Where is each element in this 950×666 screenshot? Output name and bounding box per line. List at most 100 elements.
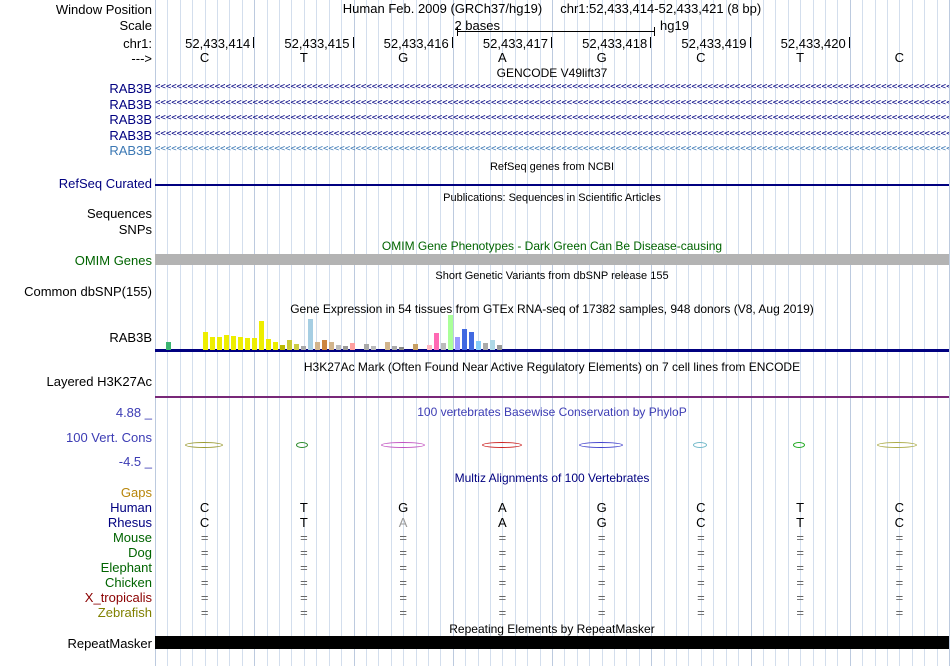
genome-browser-tracks-image[interactable]: Human Feb. 2009 (GRCh37/hg19) chr1:52,433… [0, 0, 950, 666]
gtex-expression-bar[interactable] [392, 346, 397, 350]
base-letter: C [199, 50, 210, 65]
multiz-base-cell: G [596, 500, 607, 515]
scale-bar [457, 31, 655, 32]
conservation-wiggle-mark[interactable] [579, 442, 623, 448]
gtex-expression-bar[interactable] [476, 341, 481, 350]
gtex-expression-bar[interactable] [336, 345, 341, 350]
multiz-species-label[interactable]: Dog [0, 545, 152, 560]
gtex-expression-bar[interactable] [455, 337, 460, 350]
gencode-transcript-label[interactable]: RAB3B [0, 128, 152, 143]
gtex-expression-bar[interactable] [497, 345, 502, 350]
gtex-expression-bar[interactable] [238, 337, 243, 350]
omim-genes-bar[interactable] [155, 254, 949, 265]
gtex-expression-bar[interactable] [252, 338, 257, 350]
gtex-expression-bar[interactable] [210, 337, 215, 350]
conservation-wiggle-mark[interactable] [296, 442, 308, 448]
multiz-species-label[interactable]: Chicken [0, 575, 152, 590]
conservation-max-label: 4.88 _ [115, 405, 152, 420]
gencode-transcript-arrows[interactable]: <<<<<<<<<<<<<<<<<<<<<<<<<<<<<<<<<<<<<<<<… [155, 111, 949, 126]
gencode-transcript-arrows[interactable]: <<<<<<<<<<<<<<<<<<<<<<<<<<<<<<<<<<<<<<<<… [155, 142, 949, 157]
multiz-species-label[interactable]: Human [0, 500, 152, 515]
gtex-expression-bar[interactable] [364, 344, 369, 350]
gtex-expression-bar[interactable] [322, 340, 327, 350]
gtex-gene-label[interactable]: RAB3B [0, 330, 152, 345]
gtex-expression-bar[interactable] [329, 342, 334, 350]
gtex-expression-bar[interactable] [287, 340, 292, 350]
gtex-expression-bar[interactable] [469, 332, 474, 350]
gtex-expression-bar[interactable] [245, 338, 250, 350]
dbsnp-title: Short Genetic Variants from dbSNP releas… [435, 270, 669, 282]
multiz-base-cell: = [796, 575, 804, 590]
gtex-expression-bar[interactable] [427, 345, 432, 350]
gtex-expression-bar[interactable] [259, 321, 264, 350]
multiz-species-label[interactable]: X_tropicalis [0, 590, 152, 605]
multiz-base-cell: = [697, 560, 705, 575]
gtex-expression-bar[interactable] [224, 335, 229, 350]
gencode-transcript-arrows[interactable]: <<<<<<<<<<<<<<<<<<<<<<<<<<<<<<<<<<<<<<<<… [155, 96, 949, 111]
gtex-expression-bar[interactable] [203, 332, 208, 350]
conservation-wiggle-mark[interactable] [482, 442, 522, 448]
refseq-curated-label[interactable]: RefSeq Curated [0, 176, 152, 191]
conservation-wiggle-mark[interactable] [793, 442, 805, 448]
refseq-gene-bar[interactable] [155, 184, 949, 186]
conservation-wiggle-mark[interactable] [693, 442, 707, 448]
layered-h3k27ac-label[interactable]: Layered H3K27Ac [0, 374, 152, 389]
snps-label[interactable]: SNPs [0, 222, 152, 237]
multiz-base-cell: = [498, 605, 507, 620]
conservation-wiggle-mark[interactable] [381, 442, 425, 448]
repeatmasker-title: Repeating Elements by RepeatMasker [449, 622, 655, 636]
gencode-transcript-label[interactable]: RAB3B [0, 81, 152, 96]
gtex-expression-bar[interactable] [448, 315, 453, 350]
conservation-track-label[interactable]: 100 Vert. Cons [0, 430, 152, 445]
gencode-transcript-label[interactable]: RAB3B [0, 112, 152, 127]
gtex-expression-bar[interactable] [350, 343, 355, 350]
gtex-expression-bar[interactable] [315, 342, 320, 350]
coordinate-label: 52,433,420 [780, 36, 846, 51]
gtex-expression-bar[interactable] [301, 346, 306, 350]
multiz-base-cell: = [697, 575, 705, 590]
gtex-expression-bar[interactable] [273, 342, 278, 350]
gencode-transcript-arrows[interactable]: <<<<<<<<<<<<<<<<<<<<<<<<<<<<<<<<<<<<<<<<… [155, 80, 949, 95]
gtex-expression-bar[interactable] [280, 345, 285, 350]
common-dbsnp-label[interactable]: Common dbSNP(155) [0, 284, 152, 299]
gtex-expression-bar[interactable] [490, 340, 495, 350]
gtex-expression-bar[interactable] [308, 319, 313, 350]
multiz-base-cell: = [895, 560, 904, 575]
sequences-label[interactable]: Sequences [0, 206, 152, 221]
gtex-expression-bar[interactable] [166, 342, 171, 350]
gtex-expression-bar[interactable] [483, 343, 488, 350]
gtex-expression-bar[interactable] [385, 342, 390, 350]
gtex-expression-bar[interactable] [441, 343, 446, 350]
multiz-species-label[interactable]: Elephant [0, 560, 152, 575]
gencode-transcript-arrows[interactable]: <<<<<<<<<<<<<<<<<<<<<<<<<<<<<<<<<<<<<<<<… [155, 127, 949, 142]
multiz-base-cell: = [399, 605, 407, 620]
assembly-title: Human Feb. 2009 (GRCh37/hg19) [342, 1, 543, 16]
multiz-base-cell: T [796, 515, 805, 530]
gtex-expression-bar[interactable] [266, 339, 271, 350]
multiz-species-label[interactable]: Mouse [0, 530, 152, 545]
gencode-transcript-label[interactable]: RAB3B [0, 97, 152, 112]
omim-genes-label[interactable]: OMIM Genes [0, 253, 152, 268]
assembly-short-label: hg19 [660, 18, 689, 33]
gtex-expression-bar[interactable] [434, 333, 439, 350]
conservation-wiggle-mark[interactable] [185, 442, 223, 448]
multiz-base-cell: T [299, 500, 308, 515]
gtex-expression-bar[interactable] [413, 344, 418, 350]
gaps-label[interactable]: Gaps [0, 485, 152, 500]
gencode-transcript-label[interactable]: RAB3B [0, 143, 152, 158]
multiz-species-label[interactable]: Zebrafish [0, 605, 152, 620]
h3k27ac-track-line[interactable] [155, 396, 949, 398]
repeatmasker-bar[interactable] [155, 636, 949, 649]
conservation-wiggle-mark[interactable] [877, 442, 917, 448]
repeatmasker-label[interactable]: RepeatMasker [0, 636, 152, 651]
multiz-base-cell: = [895, 530, 904, 545]
gtex-expression-bar[interactable] [399, 347, 404, 350]
gtex-expression-bar[interactable] [231, 336, 236, 350]
multiz-species-label[interactable]: Rhesus [0, 515, 152, 530]
multiz-base-cell: = [498, 590, 507, 605]
gtex-expression-bar[interactable] [343, 346, 348, 350]
gtex-expression-bar[interactable] [217, 337, 222, 350]
gtex-expression-bar[interactable] [462, 329, 467, 350]
gtex-expression-bar[interactable] [294, 344, 299, 350]
gtex-expression-bar[interactable] [371, 346, 376, 350]
